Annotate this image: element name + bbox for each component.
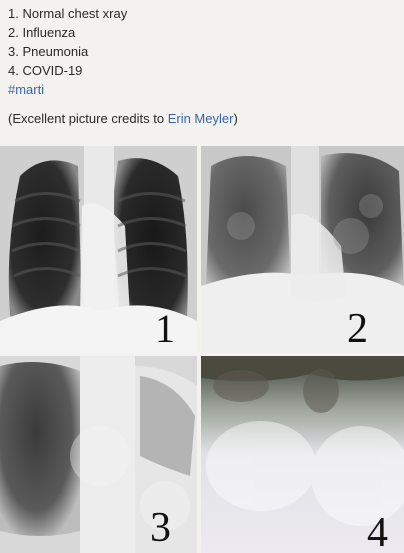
- post-text: 1. Normal chest xray 2. Influenza 3. Pne…: [8, 4, 398, 128]
- xray-image-covid19[interactable]: 4: [201, 356, 404, 553]
- credits-suffix: ): [233, 111, 238, 126]
- image-label-3: 3: [150, 505, 171, 551]
- list-item-2: 2. Influenza: [8, 25, 76, 40]
- list-item-1: 1. Normal chest xray: [8, 6, 128, 21]
- list-item-4: 4. COVID-19: [8, 63, 83, 78]
- credits-prefix: (Excellent picture credits to: [8, 111, 168, 126]
- credits-name-link[interactable]: Erin Meyler: [168, 111, 234, 126]
- image-label-1: 1: [155, 306, 175, 351]
- image-label-4: 4: [367, 510, 388, 553]
- hashtag-link[interactable]: #marti: [8, 80, 398, 99]
- xray-image-normal[interactable]: 1: [0, 146, 197, 353]
- xray-image-influenza[interactable]: 2: [201, 146, 404, 353]
- list-item-3: 3. Pneumonia: [8, 44, 89, 59]
- image-label-2: 2: [347, 306, 368, 352]
- credits-line: (Excellent picture credits to Erin Meyle…: [8, 109, 398, 128]
- xray-image-grid[interactable]: 1 2 3 4: [0, 146, 404, 553]
- xray-image-pneumonia[interactable]: 3: [0, 356, 197, 553]
